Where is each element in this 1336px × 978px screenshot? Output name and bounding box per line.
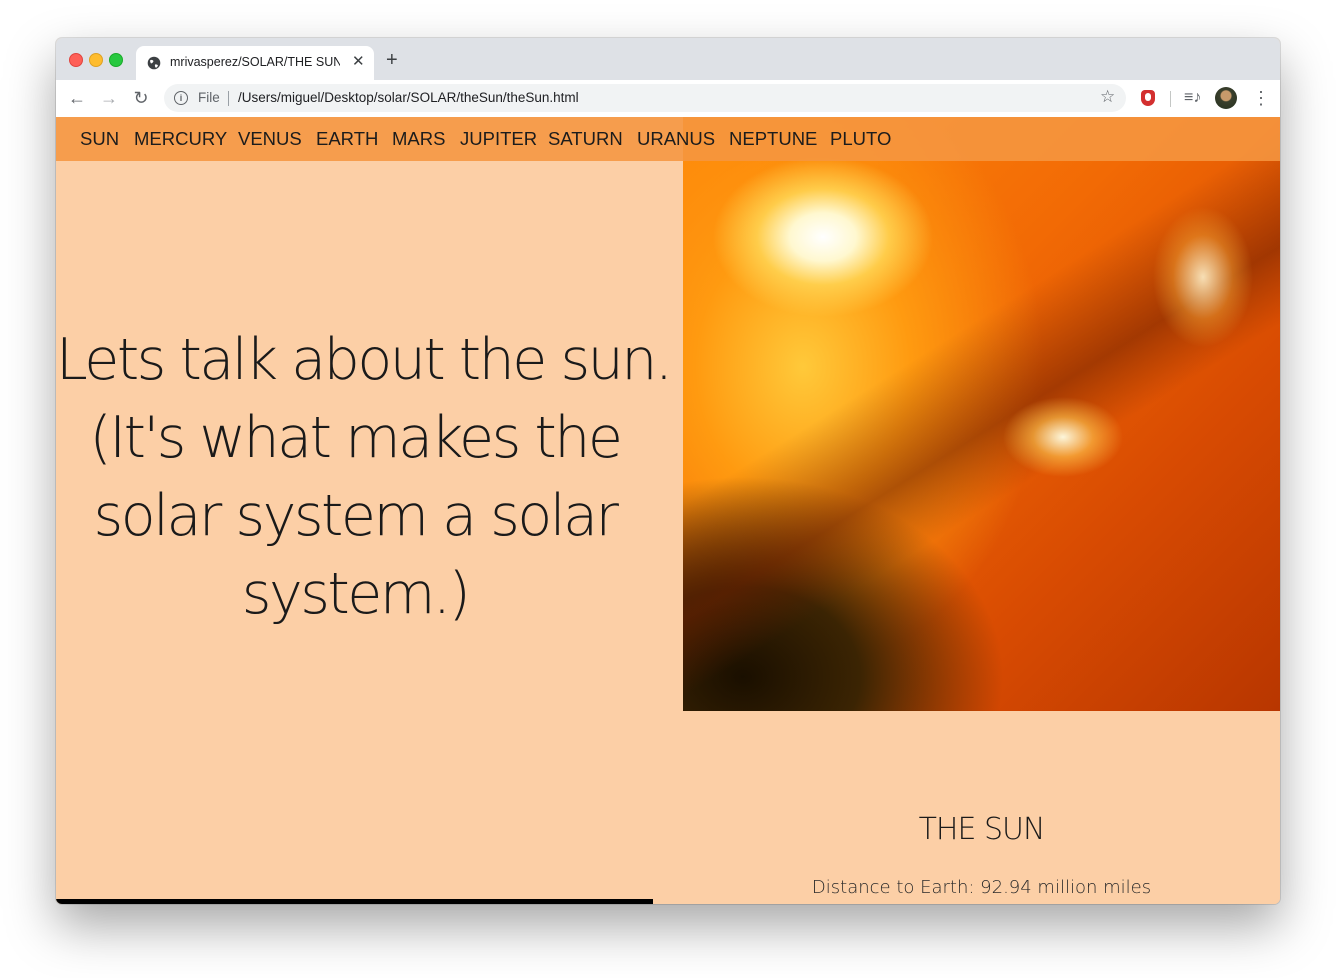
tab-title: mrivasperez/SOLAR/THE SUN: [170, 55, 340, 69]
close-window-button[interactable]: [69, 53, 83, 67]
nav-link-mars[interactable]: MARS: [392, 128, 445, 150]
sun-info-title: THE SUN: [918, 812, 1046, 847]
hero-heading: Lets talk about the sun. (It's what make…: [56, 321, 673, 633]
browser-toolbar: ← → ↻ i File /Users/miguel/Desktop/solar…: [56, 80, 1280, 118]
browser-window: mrivasperez/SOLAR/THE SUN ✕ + ← → ↻ i Fi…: [56, 38, 1280, 904]
back-arrow-icon[interactable]: ←: [67, 88, 87, 108]
hero-line: system.): [241, 561, 471, 627]
extension-icon[interactable]: [1141, 90, 1155, 106]
bookmark-star-icon[interactable]: ☆: [1100, 87, 1115, 107]
browser-menu-icon[interactable]: ⋮: [1252, 88, 1270, 108]
bottom-divider-bar: [56, 899, 653, 904]
title-bar: mrivasperez/SOLAR/THE SUN ✕ +: [56, 38, 1280, 80]
nav-link-pluto[interactable]: PLUTO: [830, 128, 891, 150]
profile-avatar[interactable]: [1215, 87, 1237, 109]
hero-line: Lets talk about the sun.: [56, 327, 673, 393]
info-icon[interactable]: i: [174, 91, 188, 105]
planet-navbar: SUN MERCURY VENUS EARTH MARS JUPITER SAT…: [56, 117, 1280, 161]
sun-image: [683, 117, 1280, 711]
url-scheme-label: File: [198, 90, 220, 105]
nav-link-jupiter[interactable]: JUPITER: [460, 128, 537, 150]
nav-link-uranus[interactable]: URANUS: [637, 128, 715, 150]
media-control-icon[interactable]: ≡♪: [1184, 89, 1201, 107]
nav-link-sun[interactable]: SUN: [80, 128, 119, 150]
close-tab-icon[interactable]: ✕: [352, 54, 365, 70]
url-text[interactable]: /Users/miguel/Desktop/solar/SOLAR/theSun…: [238, 90, 579, 105]
web-page: SUN MERCURY VENUS EARTH MARS JUPITER SAT…: [56, 117, 1280, 904]
forward-arrow-icon[interactable]: →: [99, 88, 119, 108]
url-divider: [228, 91, 229, 106]
nav-link-earth[interactable]: EARTH: [316, 128, 378, 150]
zoom-window-button[interactable]: [109, 53, 123, 67]
hero-line: (It's what makes the: [89, 405, 623, 471]
sun-distance-text: Distance to Earth: 92.94 million miles: [811, 877, 1152, 898]
nav-link-venus[interactable]: VENUS: [238, 128, 302, 150]
toolbar-divider: [1170, 91, 1171, 107]
browser-tab[interactable]: mrivasperez/SOLAR/THE SUN ✕: [136, 46, 374, 80]
address-bar[interactable]: i File /Users/miguel/Desktop/solar/SOLAR…: [164, 84, 1126, 112]
nav-link-neptune[interactable]: NEPTUNE: [729, 128, 817, 150]
nav-link-saturn[interactable]: SATURN: [548, 128, 623, 150]
minimize-window-button[interactable]: [89, 53, 103, 67]
new-tab-button[interactable]: +: [386, 50, 398, 70]
reload-icon[interactable]: ↻: [131, 88, 151, 108]
nav-link-mercury[interactable]: MERCURY: [134, 128, 227, 150]
globe-icon: [147, 56, 161, 70]
hero-line: solar system a solar: [93, 483, 619, 549]
